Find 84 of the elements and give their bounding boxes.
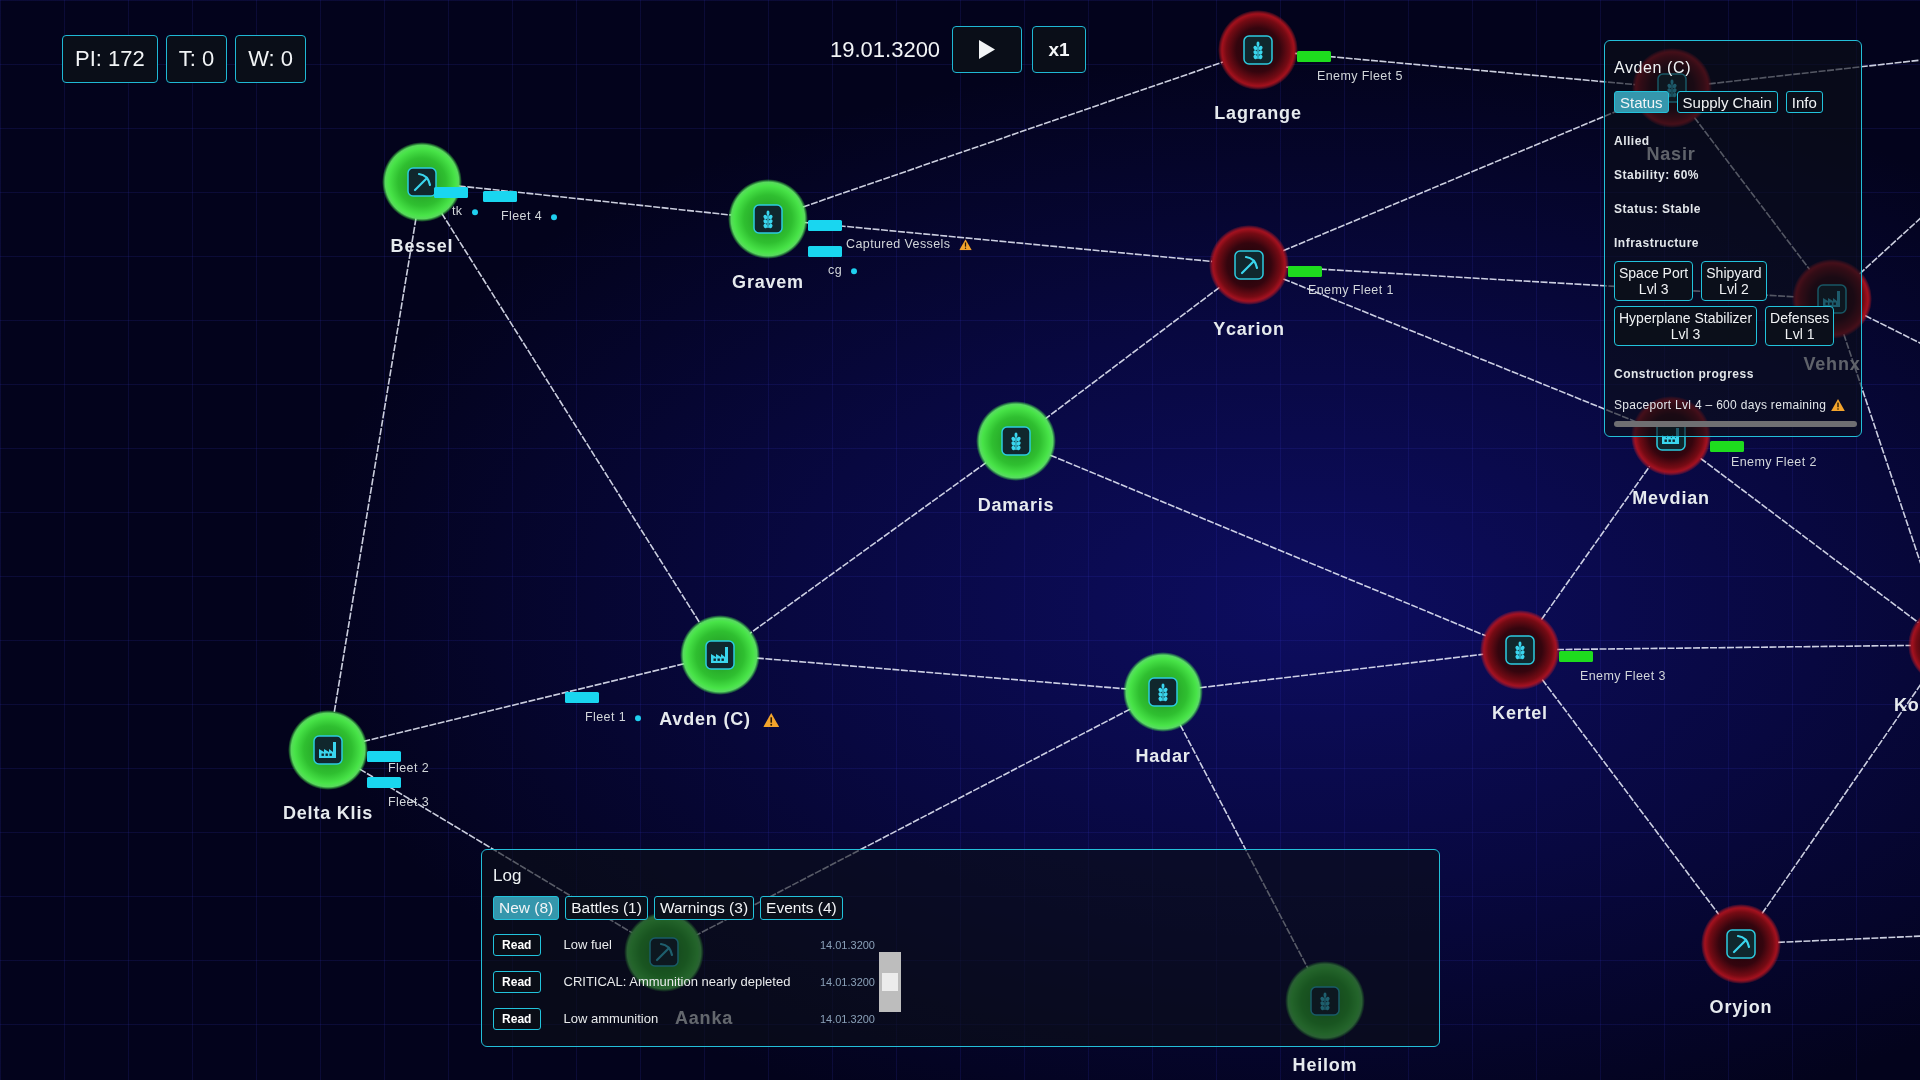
fleet-name: Enemy Fleet 1 bbox=[1308, 284, 1394, 298]
planet-name: Aanka bbox=[675, 1009, 733, 1029]
section-title: Infrastructure bbox=[1614, 236, 1700, 250]
infrastructure-button[interactable]: Shipyard Lvl 2 bbox=[1701, 261, 1767, 301]
planet-name: Gravem bbox=[732, 273, 804, 293]
game-date: 19.01.3200 bbox=[830, 36, 941, 63]
read-button[interactable]: Read bbox=[493, 1007, 541, 1030]
planet-name: Oryjon bbox=[1709, 998, 1773, 1018]
log-date: 14.01.3200 bbox=[819, 975, 875, 988]
log-tab[interactable]: Battles (1) bbox=[565, 896, 648, 920]
fleet-marker[interactable] bbox=[367, 777, 401, 788]
planet-name: Bessel bbox=[390, 237, 454, 257]
status-text: Allied bbox=[1614, 134, 1650, 148]
planet-name: Hadar bbox=[1135, 747, 1191, 767]
fleet-marker[interactable] bbox=[483, 191, 517, 202]
log-message: CRITICAL: Ammunition nearly depleted bbox=[563, 974, 791, 989]
play-button[interactable] bbox=[952, 26, 1023, 73]
factory-icon bbox=[313, 735, 343, 765]
read-button[interactable]: Read bbox=[493, 933, 541, 956]
fleet-marker[interactable] bbox=[808, 220, 842, 231]
fleet-name: Enemy Fleet 2 bbox=[1731, 456, 1817, 470]
status-text: Status: Stable bbox=[1614, 202, 1701, 216]
planet-name: Nasir bbox=[1646, 145, 1696, 165]
planet-name: Vehnx bbox=[1803, 355, 1861, 375]
stat-counter: T: 0 bbox=[165, 35, 228, 83]
infrastructure-button[interactable]: Hyperplane Stabilizer Lvl 3 bbox=[1614, 306, 1758, 346]
planet-name: Damaris bbox=[977, 496, 1055, 516]
planet-name: Ko bbox=[1894, 696, 1920, 716]
wheat-icon bbox=[1310, 986, 1340, 1016]
panel-title: Avden (C) bbox=[1614, 59, 1692, 77]
wheat-icon bbox=[1505, 635, 1535, 665]
pickaxe-icon bbox=[1234, 250, 1264, 280]
planet-name: Delta Klis bbox=[283, 804, 373, 824]
log-tab[interactable]: Events (4) bbox=[760, 896, 843, 920]
log-tab[interactable]: Warnings (3) bbox=[653, 896, 755, 920]
fleet-name: Enemy Fleet 5 bbox=[1317, 70, 1403, 84]
fleet-name: Fleet 4 bbox=[501, 210, 542, 224]
wheat-icon bbox=[1001, 426, 1031, 456]
speed-button[interactable]: x1 bbox=[1032, 26, 1087, 73]
fleet-name: Fleet 2 bbox=[388, 762, 429, 776]
fleet-marker[interactable] bbox=[1297, 51, 1331, 62]
fleet-marker[interactable] bbox=[565, 692, 599, 703]
log-message: Low fuel bbox=[563, 937, 612, 952]
planet-name: Mevdian bbox=[1632, 489, 1710, 509]
infrastructure-button[interactable]: Defenses Lvl 1 bbox=[1765, 306, 1835, 346]
wheat-icon bbox=[1243, 35, 1273, 65]
stat-counter: PI: 172 bbox=[62, 35, 158, 83]
fleet-marker[interactable] bbox=[367, 751, 401, 762]
fleet-name: cg bbox=[828, 264, 842, 278]
fleet-marker[interactable] bbox=[434, 187, 468, 198]
panel-title: Log bbox=[493, 866, 522, 886]
pickaxe-icon bbox=[649, 937, 679, 967]
fleet-name: Captured Vessels bbox=[846, 238, 951, 252]
factory-icon bbox=[705, 640, 735, 670]
log-date: 14.01.3200 bbox=[819, 1012, 875, 1025]
pickaxe-icon bbox=[407, 167, 437, 197]
planet-name: Heilom bbox=[1292, 1056, 1358, 1076]
planet-name: Lagrange bbox=[1214, 104, 1302, 124]
planet-name: Ycarion bbox=[1213, 320, 1285, 340]
fleet-marker[interactable] bbox=[1710, 441, 1744, 452]
planet-name: Kertel bbox=[1492, 704, 1548, 724]
construction-text: Spaceport Lvl 4 – 600 days remaining bbox=[1614, 398, 1827, 412]
play-icon bbox=[979, 40, 996, 59]
planet-name: Avden (C) bbox=[659, 710, 751, 730]
fleet-name: Fleet 3 bbox=[388, 796, 429, 810]
wheat-icon bbox=[753, 204, 783, 234]
panel-tab[interactable]: Supply Chain bbox=[1676, 91, 1778, 113]
pickaxe-icon bbox=[1726, 929, 1756, 959]
fleet-name: Enemy Fleet 3 bbox=[1580, 670, 1666, 684]
section-title: Construction progress bbox=[1614, 367, 1754, 381]
panel-tab[interactable]: Info bbox=[1785, 91, 1823, 113]
read-button[interactable]: Read bbox=[493, 970, 541, 993]
infrastructure-button[interactable]: Space Port Lvl 3 bbox=[1614, 261, 1694, 301]
scrollbar[interactable] bbox=[879, 951, 901, 1012]
fleet-name: tk bbox=[452, 205, 463, 219]
fleet-name: Fleet 1 bbox=[585, 711, 626, 725]
log-message: Low ammunition bbox=[563, 1011, 659, 1026]
fleet-marker[interactable] bbox=[1559, 651, 1593, 662]
stat-counter: W: 0 bbox=[235, 35, 306, 83]
log-date: 14.01.3200 bbox=[819, 938, 875, 951]
fleet-marker[interactable] bbox=[808, 246, 842, 257]
wheat-icon bbox=[1148, 677, 1178, 707]
fleet-marker[interactable] bbox=[1288, 266, 1322, 277]
status-text: Stability: 60% bbox=[1614, 168, 1700, 182]
